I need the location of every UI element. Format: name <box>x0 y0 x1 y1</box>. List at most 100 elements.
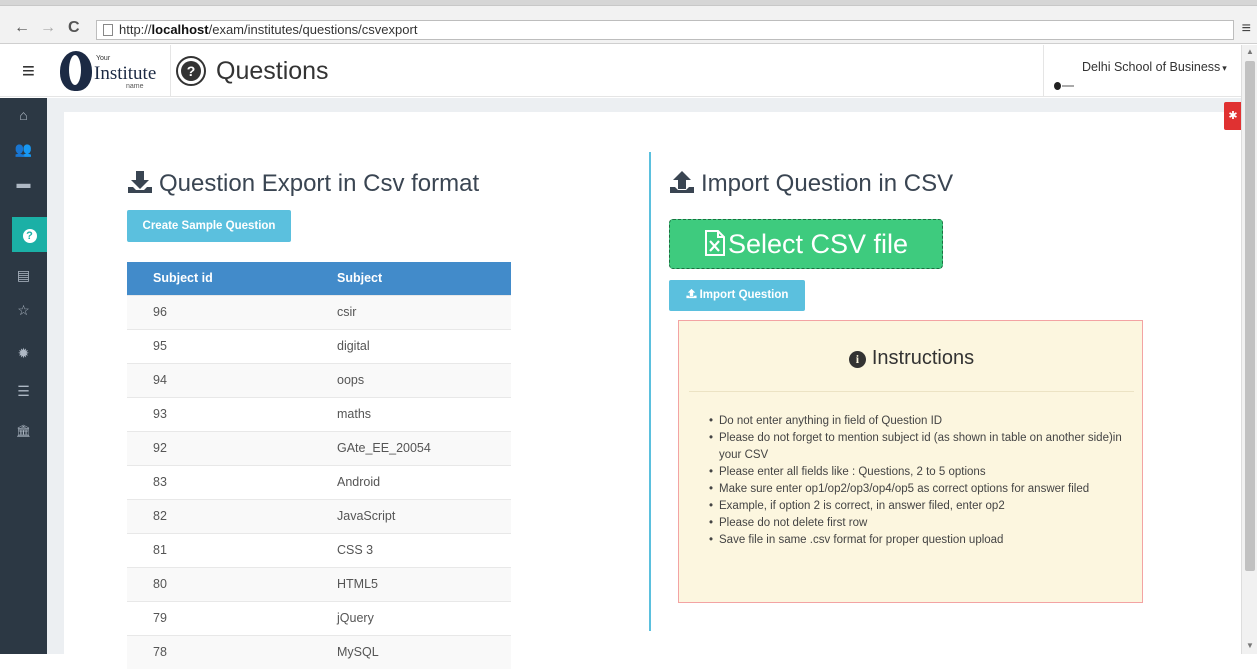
table-row: 93 maths <box>127 396 511 431</box>
institute-logo[interactable]: Your Institute name <box>60 49 168 93</box>
table-row: 78 MySQL <box>127 634 511 669</box>
back-arrow-icon[interactable]: ← <box>14 20 30 36</box>
export-heading: Question Export in Csv format <box>127 170 479 198</box>
window-icon: ▬ <box>16 175 31 191</box>
sidebar-item-window[interactable]: ▬ <box>0 166 47 201</box>
scroll-thumb[interactable] <box>1245 61 1255 571</box>
header-divider <box>170 45 171 97</box>
sidebar-item-list[interactable]: ☰ <box>0 374 47 409</box>
question-icon: ? <box>22 229 37 243</box>
cell-subject: jQuery <box>337 600 511 635</box>
instructions-heading: i Instructions <box>679 347 1144 370</box>
import-title-text: Import Question in CSV <box>701 170 954 197</box>
section-divider <box>649 152 651 631</box>
document-icon: ▤ <box>16 267 31 283</box>
url-host: localhost <box>151 22 209 37</box>
instruction-item: Make sure enter op1/op2/op3/op4/op5 as c… <box>709 481 1134 498</box>
sidebar-item-settings[interactable]: ✹ <box>0 336 47 371</box>
list-icon: ☰ <box>17 383 30 399</box>
logo-your-text: Your <box>96 55 111 62</box>
import-heading: Import Question in CSV <box>669 170 953 198</box>
page-title: Questions <box>216 57 329 85</box>
sidebar-item-institution[interactable]: 🏛 <box>0 413 47 448</box>
cell-subject: JavaScript <box>337 498 511 533</box>
scroll-down-icon[interactable]: ▼ <box>1246 641 1254 650</box>
url-prefix: http:// <box>119 22 152 37</box>
table-row: 92 GAte_EE_20054 <box>127 430 511 465</box>
column-header-subject: Subject <box>337 262 511 295</box>
table-header-row: Subject id Subject <box>127 262 511 295</box>
cell-subject-id: 79 <box>127 600 337 635</box>
page-scrollbar[interactable]: ▲ ▼ <box>1241 45 1257 654</box>
reload-icon[interactable]: C <box>68 20 80 36</box>
instructions-separator <box>689 391 1134 392</box>
school-selector[interactable]: Delhi School of Business ▾ <box>1043 45 1241 97</box>
gear-icon: ✹ <box>17 345 30 361</box>
instruction-item: Do not enter anything in field of Questi… <box>709 413 1134 430</box>
cell-subject-id: 93 <box>127 396 337 431</box>
sidebar-item-home[interactable]: ⌂ <box>0 98 47 133</box>
bank-icon: 🏛 <box>15 424 32 438</box>
cell-subject-id: 83 <box>127 464 337 499</box>
browser-menu-icon[interactable]: ≡ <box>1242 20 1251 38</box>
logo-sub-text: name <box>126 83 144 90</box>
cell-subject-id: 96 <box>127 294 337 329</box>
instructions-title-text: Instructions <box>871 347 975 369</box>
sidebar-item-favorites[interactable]: ☆ <box>0 293 47 328</box>
home-icon: ⌂ <box>19 107 28 123</box>
users-icon: 👥 <box>14 141 33 157</box>
instruction-item: Please do not delete first row <box>709 515 1134 532</box>
cell-subject: maths <box>337 396 511 431</box>
table-row: 95 digital <box>127 328 511 363</box>
logo-mark-icon <box>60 51 92 91</box>
export-title-text: Question Export in Csv format <box>159 170 480 197</box>
sidebar-item-users[interactable]: 👥 <box>0 132 47 167</box>
create-sample-question-button[interactable]: Create Sample Question <box>127 210 291 242</box>
upload-small-icon <box>686 281 697 312</box>
select-csv-file-button[interactable]: Select CSV file <box>669 219 943 269</box>
scroll-up-icon[interactable]: ▲ <box>1246 47 1254 56</box>
caret-down-icon: ▾ <box>1222 63 1227 73</box>
sidebar-item-questions[interactable]: ? <box>12 217 47 252</box>
instruction-item: Please enter all fields like : Questions… <box>709 464 1134 481</box>
upload-icon <box>669 170 695 194</box>
school-name: Delhi School of Business <box>1082 60 1221 74</box>
instructions-panel: i Instructions Do not enter anything in f… <box>678 320 1143 603</box>
cell-subject-id: 81 <box>127 532 337 567</box>
url-path: /exam/institutes/questions/csvexport <box>208 22 418 37</box>
cell-subject: Android <box>337 464 511 499</box>
address-bar[interactable]: http://localhost/exam/institutes/questio… <box>96 20 1234 40</box>
cell-subject: MySQL <box>337 634 511 669</box>
sidebar-item-documents[interactable]: ▤ <box>0 258 47 293</box>
excel-file-icon <box>704 223 726 271</box>
browser-toolbar: ← → C http://localhost/exam/institutes/q… <box>0 6 1257 44</box>
cell-subject-id: 78 <box>127 634 337 669</box>
cell-subject-id: 92 <box>127 430 337 465</box>
cell-subject: CSS 3 <box>337 532 511 567</box>
cell-subject-id: 82 <box>127 498 337 533</box>
cell-subject-id: 80 <box>127 566 337 601</box>
logo-name-text: Institute <box>94 63 157 84</box>
table-row: 83 Android <box>127 464 511 499</box>
import-question-button[interactable]: Import Question <box>669 280 805 311</box>
question-circle-icon: ? <box>176 56 206 86</box>
table-row: 82 JavaScript <box>127 498 511 533</box>
info-icon: i <box>848 351 866 368</box>
app-header: ≡ Your Institute name ? Questions Delhi … <box>0 45 1241 97</box>
subject-table: Subject id Subject 96 csir 95 digital 94 oo… <box>127 262 511 669</box>
cell-subject-id: 95 <box>127 328 337 363</box>
hamburger-menu-icon[interactable]: ≡ <box>22 60 35 82</box>
instructions-list: Do not enter anything in field of Questi… <box>709 413 1134 549</box>
bug-icon: ✱ <box>1228 110 1238 122</box>
cell-subject: digital <box>337 328 511 363</box>
bug-report-button[interactable]: ✱ <box>1224 102 1242 130</box>
cell-subject: csir <box>337 294 511 329</box>
import-question-label: Import Question <box>699 289 789 301</box>
table-row: 96 csir <box>127 294 511 329</box>
download-icon <box>127 170 153 194</box>
school-logo-icon <box>1054 64 1076 90</box>
select-csv-label: Select CSV file <box>727 229 909 259</box>
forward-arrow-icon[interactable]: → <box>40 20 56 36</box>
table-row: 94 oops <box>127 362 511 397</box>
sidebar: ⌂ 👥 ▬ ? ▤ ☆ ✹ ☰ 🏛 <box>0 98 47 654</box>
